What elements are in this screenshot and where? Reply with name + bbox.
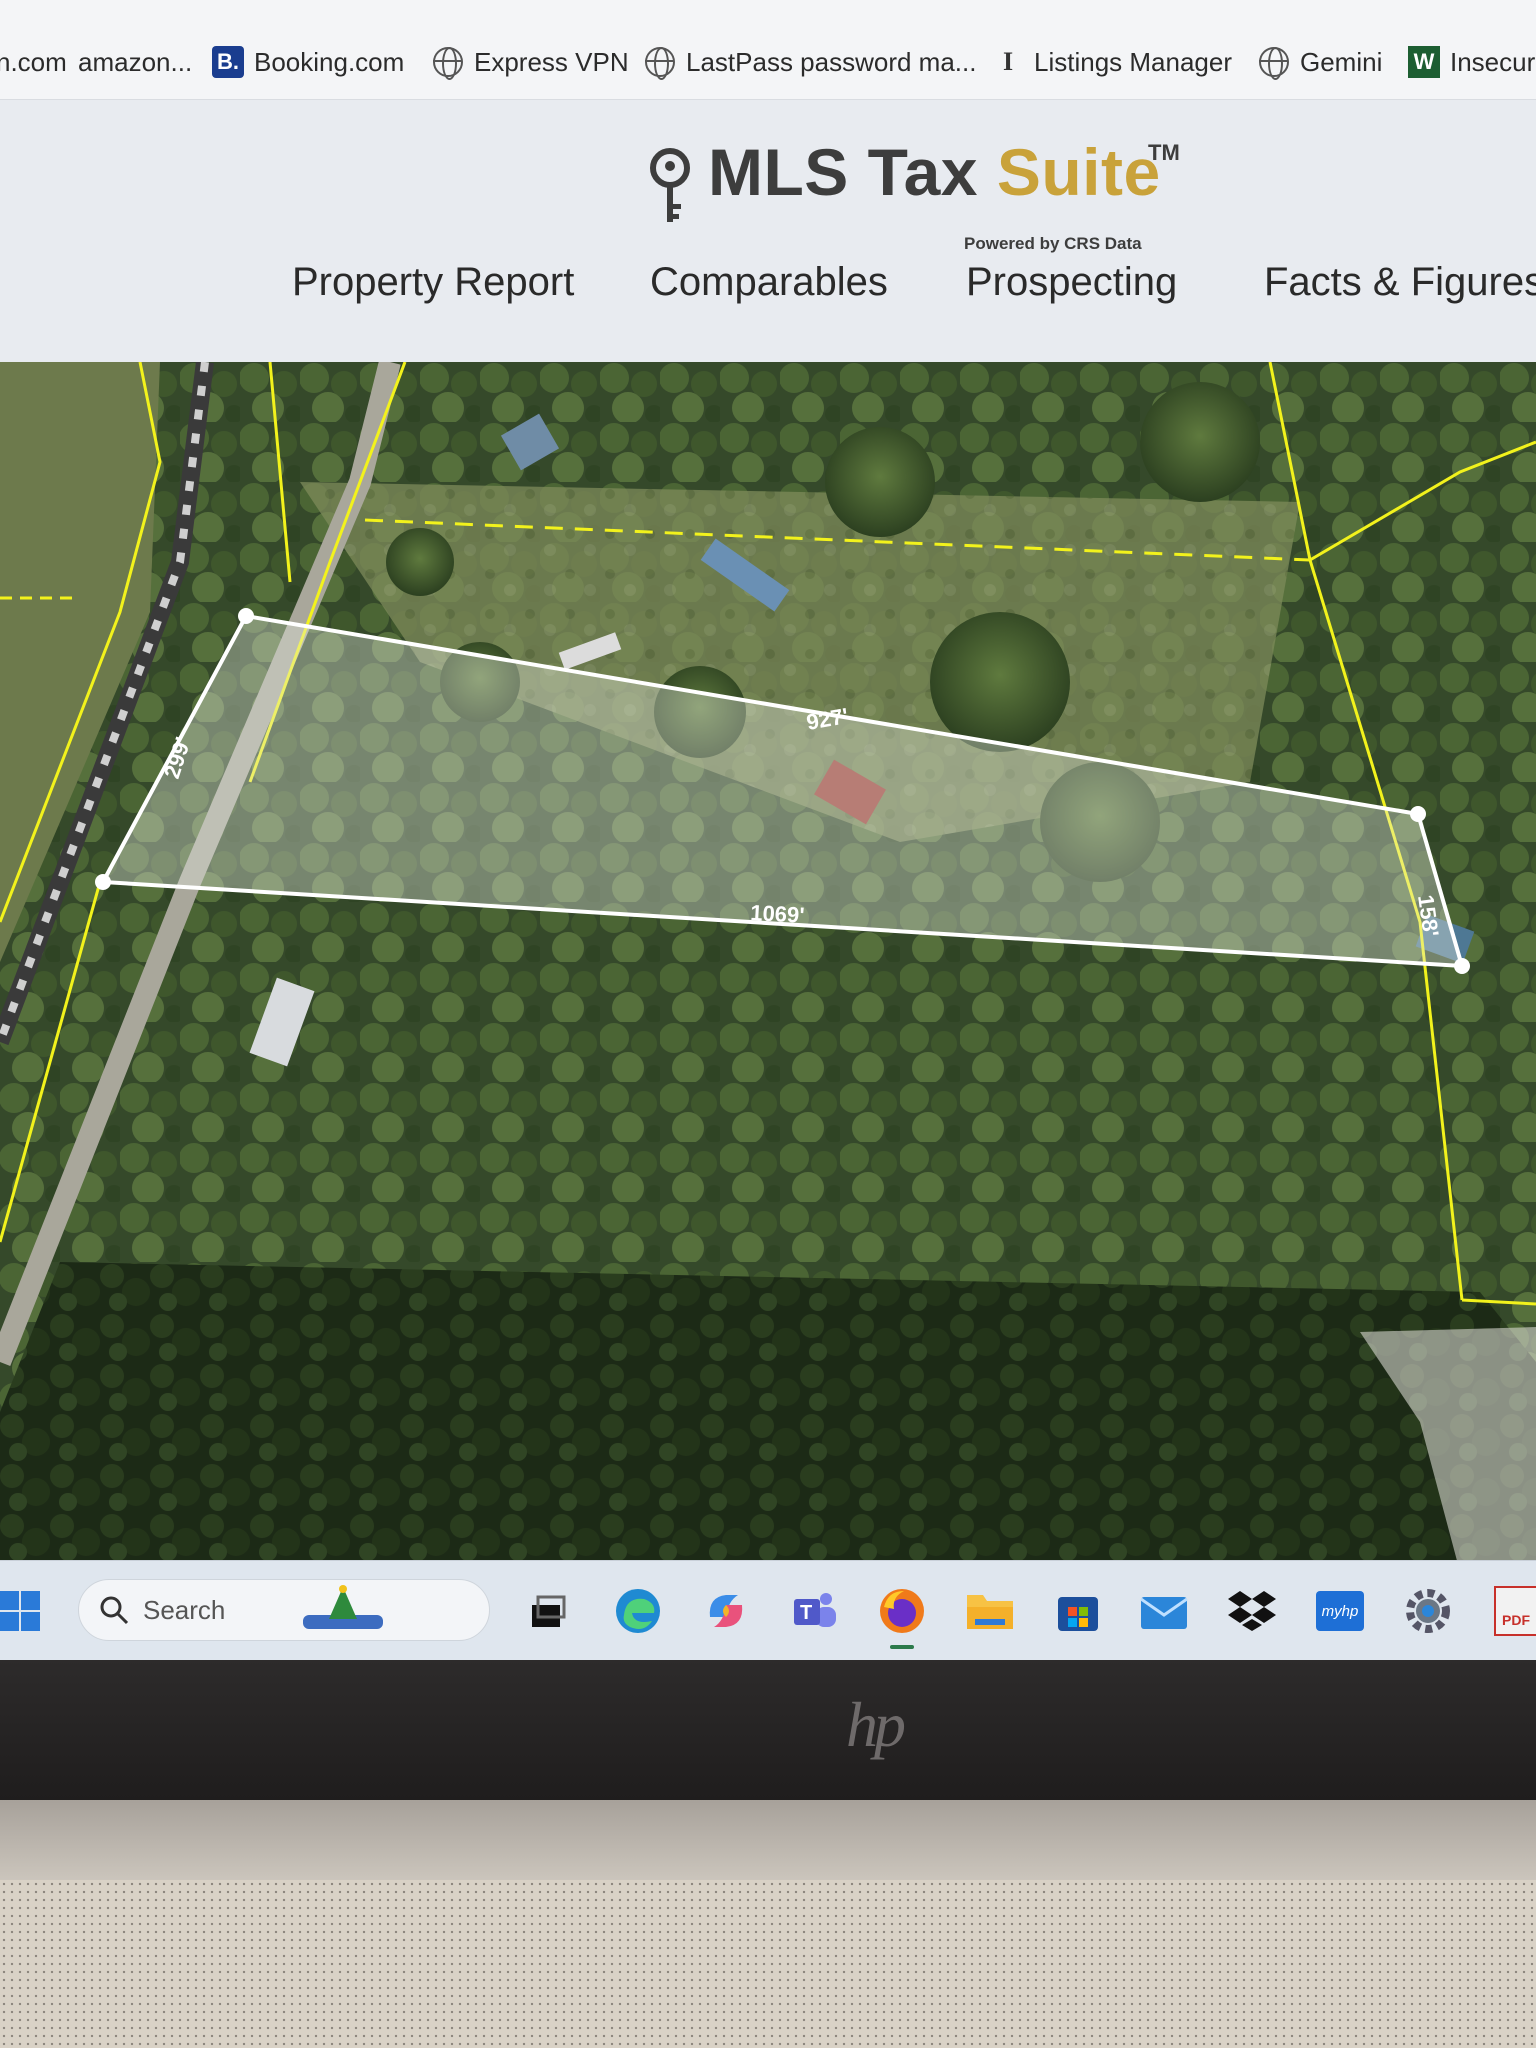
- bookmark-lastpass[interactable]: LastPass password ma...: [644, 44, 976, 80]
- bookmarks-bar: n.com amazon... B. Booking.com Express V…: [0, 0, 1536, 100]
- firefox-button[interactable]: [874, 1583, 930, 1649]
- svg-text:T: T: [800, 1602, 812, 1624]
- laptop-bezel: hp: [0, 1660, 1536, 1800]
- nav-prospecting[interactable]: Prospecting: [966, 260, 1177, 305]
- edge-icon: [616, 1589, 660, 1633]
- bookmark-label: Gemini: [1300, 46, 1383, 77]
- file-explorer-button[interactable]: [962, 1583, 1018, 1639]
- copilot-icon: [709, 1595, 743, 1627]
- windows-icon: [0, 1591, 40, 1631]
- myhp-button[interactable]: myhp: [1312, 1583, 1368, 1639]
- bookmark-express-vpn[interactable]: Express VPN: [432, 44, 629, 80]
- bookmark-label: Express VPN: [474, 46, 629, 77]
- dense-forest: [0, 1262, 1536, 1572]
- search-placeholder: Search: [143, 1594, 226, 1625]
- bookmark-label: n.com: [0, 46, 67, 77]
- laptop-speaker-grille: [0, 1880, 1536, 2048]
- main-nav: Property Report Comparables Prospecting …: [0, 260, 1536, 320]
- w-icon: W: [1408, 46, 1440, 78]
- globe-icon: [644, 46, 676, 80]
- bookmark-gemini[interactable]: Gemini: [1258, 44, 1382, 80]
- nav-facts-figures[interactable]: Facts & Figures: [1264, 260, 1536, 305]
- parcel-map[interactable]: 927' 1069' 299' 158': [0, 362, 1536, 1572]
- task-view-icon: [532, 1595, 566, 1627]
- parcel-vertex: [95, 874, 111, 890]
- booking-icon: B.: [212, 46, 244, 78]
- nav-comparables[interactable]: Comparables: [650, 260, 888, 305]
- running-indicator: [890, 1645, 914, 1649]
- copilot-button[interactable]: [698, 1583, 754, 1639]
- logo-trademark: TM: [1148, 140, 1180, 165]
- file-explorer-icon: [967, 1595, 1013, 1629]
- pdf-button[interactable]: PDF: [1488, 1583, 1536, 1639]
- key-pin-icon: [650, 148, 690, 222]
- logo-main-text: MLS Tax: [708, 135, 997, 209]
- bookmark-booking[interactable]: B. Booking.com: [212, 44, 404, 80]
- parcel-map-canvas: 927' 1069' 299' 158': [0, 362, 1536, 1572]
- parcel-south-side-label: 1069': [750, 900, 805, 928]
- taskbar-search[interactable]: Search: [78, 1579, 490, 1641]
- teams-button[interactable]: T: [786, 1583, 842, 1639]
- mail-icon: [1140, 1597, 1188, 1629]
- settings-button[interactable]: [1400, 1583, 1456, 1639]
- bookmark-label: LastPass password ma...: [686, 46, 977, 77]
- edge-button[interactable]: [610, 1583, 666, 1639]
- parcel-vertex: [1454, 958, 1470, 974]
- parcel-vertex: [1410, 806, 1426, 822]
- dropbox-icon: [1228, 1591, 1276, 1631]
- store-icon: [1058, 1597, 1098, 1631]
- bookmark-n-com[interactable]: n.com: [0, 44, 67, 80]
- hp-logo: hp: [846, 1689, 906, 1760]
- taskbar: Search T myhp PDF: [0, 1560, 1536, 1660]
- nav-property-report[interactable]: Property Report: [292, 260, 574, 305]
- settings-icon: [1406, 1589, 1450, 1633]
- bookmark-label: Booking.com: [254, 46, 405, 77]
- globe-icon: [432, 46, 464, 80]
- firefox-icon: [880, 1589, 924, 1633]
- bookmark-label: Insecuri: [1450, 46, 1536, 77]
- screen: n.com amazon... B. Booking.com Express V…: [0, 0, 1536, 1660]
- mail-button[interactable]: [1136, 1583, 1192, 1639]
- bookmark-insecuri[interactable]: W Insecuri: [1408, 44, 1536, 80]
- store-button[interactable]: [1050, 1583, 1106, 1639]
- task-view-button[interactable]: [520, 1583, 576, 1639]
- search-icon: [100, 1596, 129, 1625]
- pdf-icon: PDF: [1494, 1586, 1536, 1636]
- logo-subtitle: Powered by CRS Data: [964, 234, 1142, 253]
- bookmark-amazon[interactable]: amazon...: [78, 44, 192, 80]
- myhp-label: myhp: [1321, 1602, 1359, 1620]
- myhp-icon: myhp: [1316, 1591, 1364, 1631]
- laptop-hinge: [0, 1800, 1536, 1880]
- bookmark-listings-manager[interactable]: I Listings Manager: [992, 44, 1232, 80]
- listings-manager-icon: I: [1002, 47, 1014, 76]
- widgets-icon[interactable]: [303, 1585, 384, 1635]
- logo-accent-text: Suite: [996, 135, 1161, 209]
- teams-icon: T: [794, 1593, 836, 1627]
- logo-title: MLS Tax Suite: [708, 134, 1161, 210]
- dropbox-button[interactable]: [1224, 1583, 1280, 1639]
- bookmark-label: amazon...: [78, 46, 193, 77]
- bookmark-label: Listings Manager: [1034, 46, 1232, 77]
- app-header: MLS Tax Suite TM Powered by CRS Data Pro…: [0, 100, 1536, 362]
- globe-icon: [1258, 46, 1290, 80]
- pdf-label: PDF: [1502, 1612, 1530, 1628]
- start-button[interactable]: [0, 1583, 48, 1639]
- parcel-vertex: [238, 608, 254, 624]
